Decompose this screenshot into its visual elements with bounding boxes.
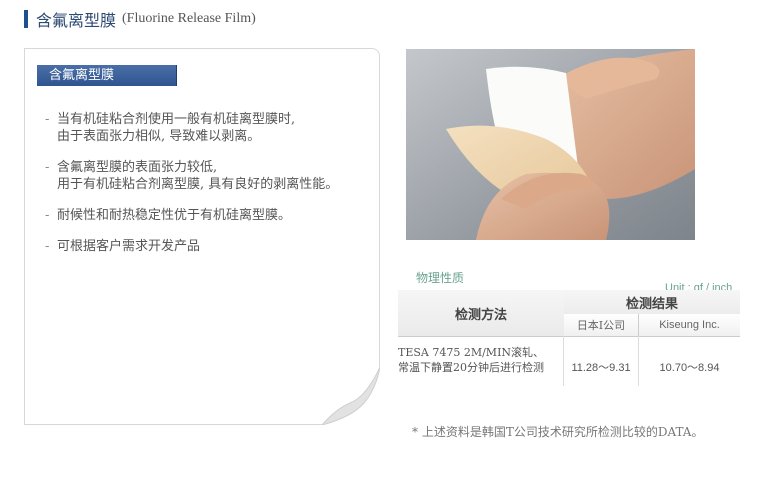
film-peel-image [406, 49, 695, 240]
properties-table: 检测方法 检测结果 日本I公司 Kiseung Inc. TESA 7475 2… [398, 290, 740, 390]
list-item: - 含氟离型膜的表面张力较低, 用于有机硅粘合剂离型膜, 具有良好的剥离性能。 [45, 159, 375, 193]
page-curl-decoration [322, 367, 380, 425]
bullet-dash: - [45, 208, 50, 223]
product-photo [406, 49, 695, 240]
column-header-company-i: 日本I公司 [564, 314, 639, 337]
feature-list: - 当有机硅粘合剂使用一般有机硅离型膜时, 由于表面张力相似, 导致难以剥离。 … [45, 111, 375, 269]
list-item-text: 耐候性和耐热稳定性优于有机硅离型膜。 [57, 208, 292, 223]
physical-properties-label: 物理性质 [416, 271, 465, 285]
list-item-text: 含氟离型膜的表面张力较低, 用于有机硅粘合剂离型膜, 具有良好的剥离性能。 [57, 160, 339, 192]
method-header: 检测方法 [398, 290, 564, 337]
value-cell-company-i: 11.28～9.31 [571, 362, 631, 374]
bullet-dash: - [45, 112, 50, 127]
list-item-text: 可根据客户需求开发产品 [57, 239, 201, 254]
page-title-bar: 含氟离型膜 (Fluorine Release Film) [24, 9, 256, 30]
list-item-text: 当有机硅粘合剂使用一般有机硅离型膜时, 由于表面张力相似, 导致难以剥离。 [57, 112, 296, 144]
results-header: 检测结果 [564, 290, 740, 314]
value-cell-kiseung: 10.70～8.94 [659, 362, 720, 374]
column-header-kiseung: Kiseung Inc. [639, 314, 740, 337]
card-tab-label: 含氟离型膜 [37, 65, 177, 86]
footnote: * 上述资料是韩国T公司技术研究所检测比较的DATA。 [412, 425, 704, 439]
bullet-dash: - [45, 160, 50, 175]
description-card: 含氟离型膜 - 当有机硅粘合剂使用一般有机硅离型膜时, 由于表面张力相似, 导致… [24, 48, 380, 425]
page-title: 含氟离型膜 [36, 11, 117, 30]
list-item: - 耐候性和耐热稳定性优于有机硅离型膜。 [45, 207, 375, 224]
list-item: - 可根据客户需求开发产品 [45, 238, 375, 255]
title-accent-bar [24, 10, 28, 28]
list-item: - 当有机硅粘合剂使用一般有机硅离型膜时, 由于表面张力相似, 导致难以剥离。 [45, 111, 375, 145]
page-subtitle: (Fluorine Release Film) [122, 11, 256, 26]
method-cell: TESA 7475 2M/MIN滚轧、 常温下静置20分钟后进行检测 [398, 346, 545, 374]
bullet-dash: - [45, 239, 50, 254]
